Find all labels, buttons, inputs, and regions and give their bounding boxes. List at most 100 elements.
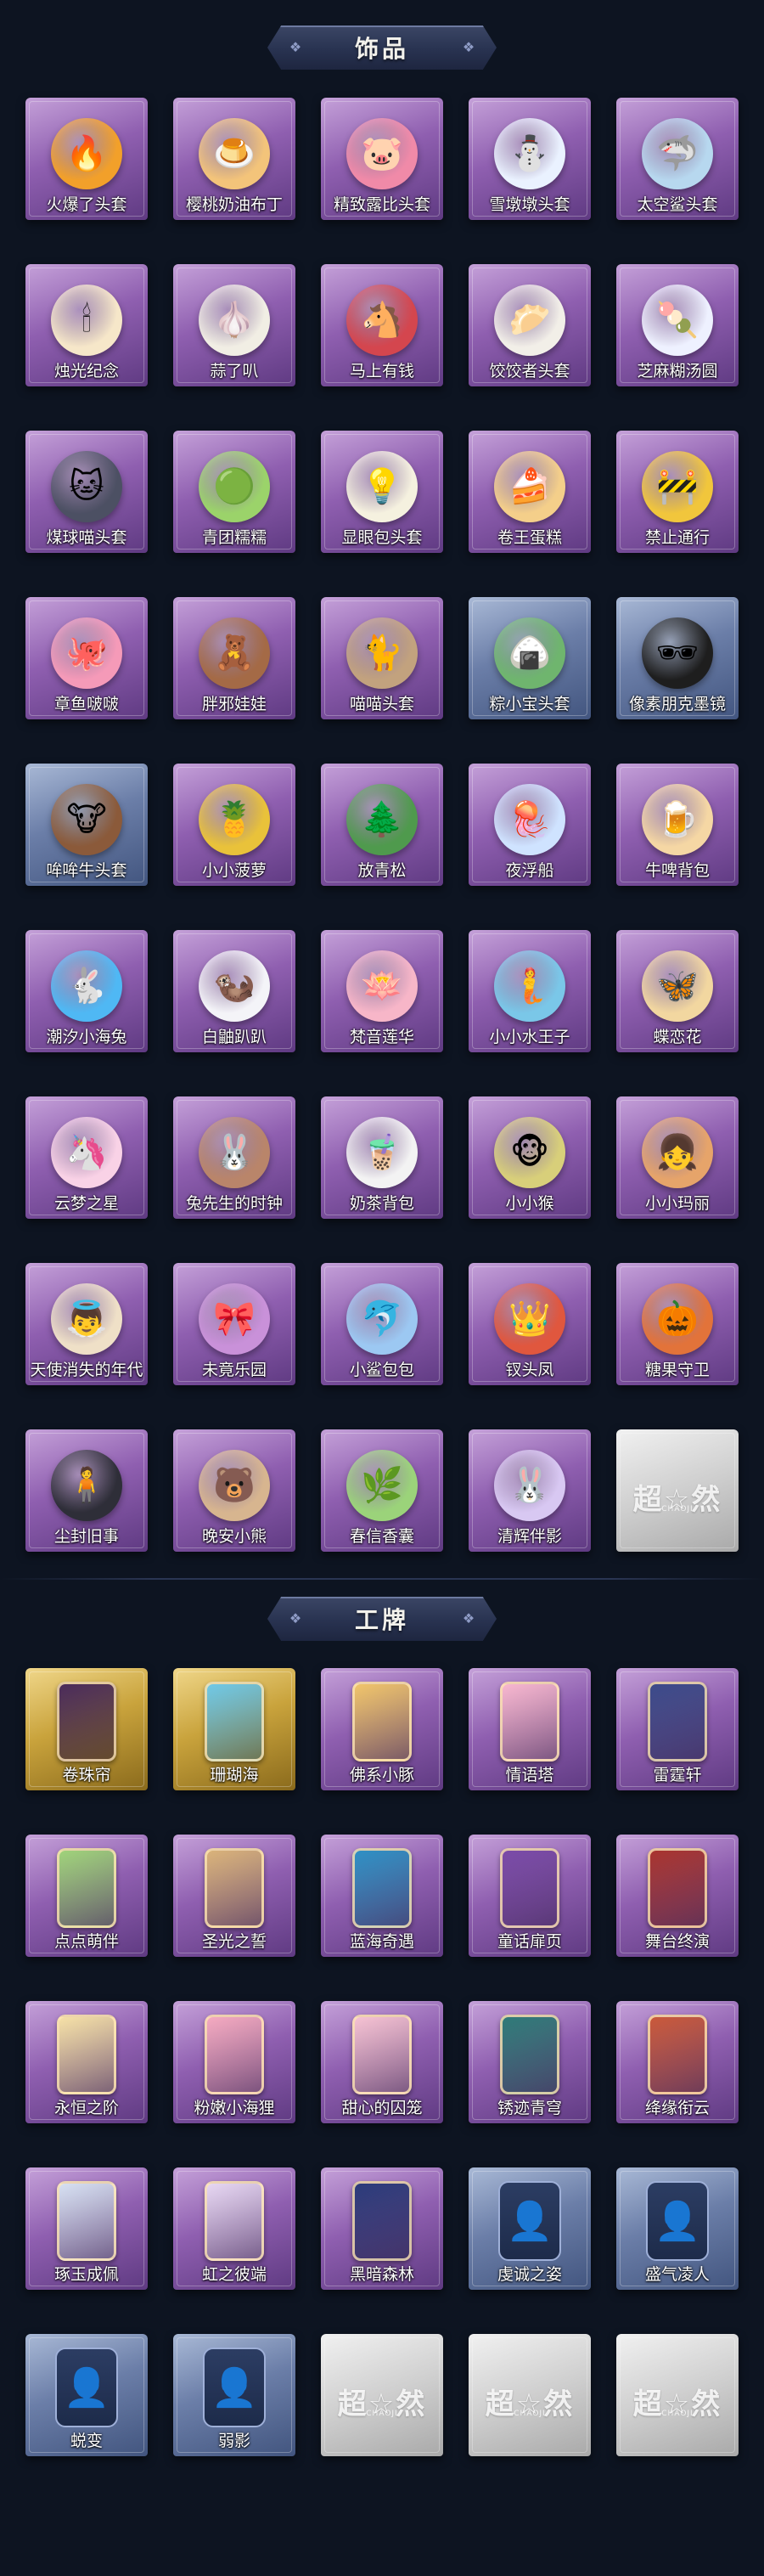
item-card[interactable]: 🐈 喵喵头套 [321, 597, 443, 719]
item-label: 绛缘衔云 [644, 2099, 710, 2117]
badge-frame-icon [648, 2015, 707, 2095]
silhouette-icon: 👤 [646, 2181, 709, 2262]
item-card[interactable]: 圣光之誓 [173, 1835, 295, 1957]
item-card[interactable]: 🕶 像素朋克墨镜 [616, 597, 739, 719]
item-card[interactable]: 🔥 火爆了头套 [25, 98, 148, 220]
item-card[interactable]: 🎀 未竟乐园 [173, 1263, 295, 1385]
item-label: 点点萌伴 [53, 1932, 119, 1951]
item-card[interactable]: 🐻 晚安小熊 [173, 1429, 295, 1552]
item-card[interactable]: 🦋 蝶恋花 [616, 930, 739, 1052]
locked-card[interactable]: 超☆然 CHAOJI [616, 1429, 739, 1552]
item-card[interactable]: 童话扉页 [469, 1835, 591, 1957]
item-card[interactable]: 🕯 烛光纪念 [25, 264, 148, 386]
item-card[interactable]: 🐱 煤球喵头套 [25, 431, 148, 553]
item-label: 虹之彼端 [201, 2265, 267, 2284]
accessory-icon: 🪷 [346, 950, 418, 1023]
badge-frame-icon [500, 1682, 559, 1762]
item-card[interactable]: 粉嫩小海狸 [173, 2001, 295, 2123]
item-label: 胖邪娃娃 [201, 695, 267, 713]
item-card[interactable]: 蓝海奇遇 [321, 1835, 443, 1957]
locked-card[interactable]: 超☆然 CHAOJI [469, 2334, 591, 2456]
item-card[interactable]: 👤 弱影 [173, 2334, 295, 2456]
accessory-icon: 👑 [494, 1283, 565, 1356]
item-card[interactable]: 🍮 樱桃奶油布丁 [173, 98, 295, 220]
item-card[interactable]: 💡 显眼包头套 [321, 431, 443, 553]
item-label: 饺饺者头套 [489, 362, 570, 380]
item-card[interactable]: 情语塔 [469, 1668, 591, 1790]
item-card[interactable]: ⛄ 雪墩墩头套 [469, 98, 591, 220]
item-card[interactable]: 🧜 小小水王子 [469, 930, 591, 1052]
accessory-icon: 🥟 [494, 285, 565, 357]
item-card[interactable]: 🌲 放青松 [321, 764, 443, 886]
item-label: 烛光纪念 [53, 362, 119, 380]
accessory-icon: 🐙 [51, 617, 122, 690]
item-card[interactable]: 🧋 奶茶背包 [321, 1096, 443, 1219]
item-card[interactable]: 🐬 小鲨包包 [321, 1263, 443, 1385]
accessory-icon: 🐴 [346, 285, 418, 357]
item-label: 未竟乐园 [201, 1361, 267, 1379]
item-card[interactable]: 佛系小豚 [321, 1668, 443, 1790]
item-card[interactable]: 👤 盛气凌人 [616, 2167, 739, 2290]
locked-card[interactable]: 超☆然 CHAOJI [321, 2334, 443, 2456]
item-card[interactable]: 🦄 云梦之星 [25, 1096, 148, 1219]
item-card[interactable]: 👑 钗头凤 [469, 1263, 591, 1385]
item-label: 佛系小豚 [349, 1766, 414, 1784]
accessory-icon: 🐰 [494, 1450, 565, 1522]
item-card[interactable]: 永恒之阶 [25, 2001, 148, 2123]
item-card[interactable]: 🦦 白鼬趴趴 [173, 930, 295, 1052]
item-card[interactable]: 🐙 章鱼啵啵 [25, 597, 148, 719]
accessory-icon: 🦄 [51, 1117, 122, 1189]
accessory-icon: 🐻 [199, 1450, 270, 1522]
item-label: 钗头凤 [505, 1361, 554, 1379]
item-card[interactable]: 舞台终演 [616, 1835, 739, 1957]
item-card[interactable]: 🍍 小小菠萝 [173, 764, 295, 886]
placeholder-subtext: CHAOJI [661, 1505, 694, 1514]
item-label: 情语塔 [505, 1766, 554, 1784]
item-card[interactable]: 🚧 禁止通行 [616, 431, 739, 553]
item-card[interactable]: 🍙 粽小宝头套 [469, 597, 591, 719]
item-card[interactable]: 锈迹青穹 [469, 2001, 591, 2123]
accessory-icon: 🍰 [494, 451, 565, 523]
item-card[interactable]: 🐴 马上有钱 [321, 264, 443, 386]
item-card[interactable]: 卷珠帘 [25, 1668, 148, 1790]
item-card[interactable]: 🟢 青团糯糯 [173, 431, 295, 553]
accessory-icon: 🦦 [199, 950, 270, 1023]
item-card[interactable]: 🧍 尘封旧事 [25, 1429, 148, 1552]
item-card[interactable]: 🪼 夜浮船 [469, 764, 591, 886]
item-card[interactable]: 🍡 芝麻糊汤圆 [616, 264, 739, 386]
item-card[interactable]: 黑暗森林 [321, 2167, 443, 2290]
item-card[interactable]: 👤 蜕变 [25, 2334, 148, 2456]
item-card[interactable]: 珊瑚海 [173, 1668, 295, 1790]
item-card[interactable]: 🪷 梵音莲华 [321, 930, 443, 1052]
item-card[interactable]: 🐷 精致露比头套 [321, 98, 443, 220]
item-card[interactable]: 👼 天使消失的年代 [25, 1263, 148, 1385]
item-label: 显眼包头套 [341, 528, 423, 547]
item-card[interactable]: 🐰 兔先生的时钟 [173, 1096, 295, 1219]
item-card[interactable]: 👤 虔诚之姿 [469, 2167, 591, 2290]
item-card[interactable]: 雷霆轩 [616, 1668, 739, 1790]
item-card[interactable]: 🧸 胖邪娃娃 [173, 597, 295, 719]
item-label: 章鱼啵啵 [53, 695, 119, 713]
item-card[interactable]: 🥟 饺饺者头套 [469, 264, 591, 386]
item-card[interactable]: 🎃 糖果守卫 [616, 1263, 739, 1385]
item-label: 火爆了头套 [46, 195, 127, 214]
item-card[interactable]: 点点萌伴 [25, 1835, 148, 1957]
accessory-icon: 🎀 [199, 1283, 270, 1356]
item-card[interactable]: 🦈 太空鲨头套 [616, 98, 739, 220]
item-card[interactable]: 绛缘衔云 [616, 2001, 739, 2123]
item-card[interactable]: 🐰 清辉伴影 [469, 1429, 591, 1552]
locked-card[interactable]: 超☆然 CHAOJI [616, 2334, 739, 2456]
item-card[interactable]: 🌿 春信香囊 [321, 1429, 443, 1552]
item-card[interactable]: 🐵 小小猴 [469, 1096, 591, 1219]
item-card[interactable]: 🐮 哞哞牛头套 [25, 764, 148, 886]
item-card[interactable]: 虹之彼端 [173, 2167, 295, 2290]
item-card[interactable]: 🐇 潮汐小海兔 [25, 930, 148, 1052]
item-card[interactable]: 🍰 卷王蛋糕 [469, 431, 591, 553]
accessory-icon: 🐈 [346, 617, 418, 690]
item-card[interactable]: 👧 小小玛丽 [616, 1096, 739, 1219]
item-label: 春信香囊 [349, 1527, 414, 1546]
item-card[interactable]: 琢玉成佩 [25, 2167, 148, 2290]
item-card[interactable]: 🧄 蒜了叭 [173, 264, 295, 386]
item-card[interactable]: 🍺 牛啤背包 [616, 764, 739, 886]
item-card[interactable]: 甜心的囚笼 [321, 2001, 443, 2123]
